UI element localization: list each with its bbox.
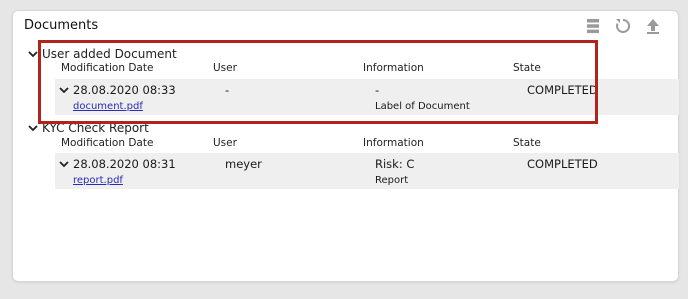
row-information: - xyxy=(375,83,380,97)
table-row: 28.08.2020 08:31 meyer Risk: C COMPLETED… xyxy=(55,153,679,189)
row-information: Risk: C xyxy=(375,157,415,171)
group-kyc-check-report: KYC Check Report xyxy=(27,119,149,137)
group-user-added-document: User added Document xyxy=(27,45,177,63)
row-user: meyer xyxy=(225,157,262,171)
col-header-information: Information xyxy=(363,62,424,74)
refresh-icon[interactable] xyxy=(614,17,632,35)
row-detail: Label of Document xyxy=(375,101,470,112)
col-header-user: User xyxy=(213,137,237,149)
group-title: User added Document xyxy=(42,47,177,61)
col-header-date: Modification Date xyxy=(61,62,154,74)
panel-toolbar xyxy=(584,17,662,35)
chevron-down-icon[interactable] xyxy=(59,158,71,170)
list-icon[interactable] xyxy=(584,17,602,35)
file-link[interactable]: report.pdf xyxy=(73,175,123,186)
row-state: COMPLETED xyxy=(527,157,598,171)
col-header-information: Information xyxy=(363,137,424,149)
chevron-down-icon[interactable] xyxy=(27,122,39,134)
chevron-down-icon[interactable] xyxy=(59,84,71,96)
col-header-date: Modification Date xyxy=(61,137,154,149)
panel-title: Documents xyxy=(24,18,99,33)
chevron-down-icon[interactable] xyxy=(27,48,39,60)
row-date: 28.08.2020 08:31 xyxy=(73,157,176,171)
table-row: 28.08.2020 08:33 - - COMPLETED document.… xyxy=(55,79,679,115)
documents-panel: Documents User added Document Modificati… xyxy=(12,10,679,282)
row-state: COMPLETED xyxy=(527,83,598,97)
file-link[interactable]: document.pdf xyxy=(73,101,143,112)
row-detail: Report xyxy=(375,175,409,186)
group-title: KYC Check Report xyxy=(42,121,149,135)
col-header-user: User xyxy=(213,62,237,74)
row-date: 28.08.2020 08:33 xyxy=(73,83,176,97)
col-header-state: State xyxy=(513,62,541,74)
upload-icon[interactable] xyxy=(644,17,662,35)
col-header-state: State xyxy=(513,137,541,149)
row-user: - xyxy=(225,83,230,97)
